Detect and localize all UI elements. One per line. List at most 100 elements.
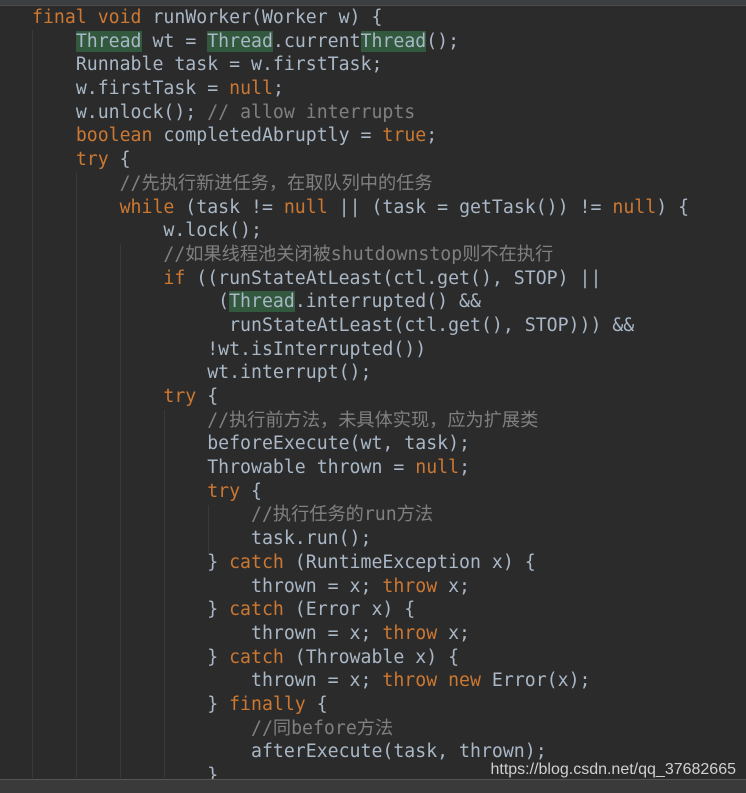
keyword: if (163, 267, 186, 289)
code-text: Runnable task = w.firstTask; (75, 54, 383, 76)
code-line[interactable]: thrown = x; throw new Error(x); (32, 669, 689, 693)
comment: //同before方法 (251, 717, 394, 739)
code-line[interactable]: beforeExecute(wt, task); (32, 432, 689, 456)
code-line[interactable]: //先执行新进任务，在取队列中的任务 (32, 172, 689, 196)
code-text: runStateAtLeast(ctl.get(), STOP))) && (229, 314, 635, 336)
code-text: task.run(); (251, 528, 372, 550)
code-text: } (207, 551, 230, 573)
code-line[interactable]: Thread wt = Thread.currentThread(); (32, 30, 689, 54)
code-text: runWorker(Worker w) { (141, 7, 383, 28)
code-text: afterExecute(task, thrown); (251, 741, 547, 763)
code-line[interactable]: final void runWorker(Worker w) { (32, 6, 689, 30)
keyword: true (382, 125, 427, 147)
code-text: Error(x); (480, 670, 591, 692)
code-text: Throwable thrown = (207, 457, 416, 479)
code-text: w.lock(); (163, 220, 262, 242)
code-line[interactable]: Throwable thrown = null; (32, 456, 689, 480)
code-text: w.unlock(); (75, 101, 197, 123)
code-line[interactable]: } catch (Error x) { (32, 598, 689, 622)
code-line[interactable]: boolean completedAbruptly = true; (32, 124, 689, 148)
code-text: ((runStateAtLeast(ctl.get(), STOP) || (185, 267, 602, 289)
code-line[interactable]: //执行前方法，未具体实现，应为扩展类 (32, 409, 689, 433)
code-text: beforeExecute(wt, task); (207, 433, 470, 455)
comment: //先执行新进任务，在取队列中的任务 (119, 172, 433, 194)
code-text: thrown = x; (251, 670, 383, 692)
keyword: try (163, 386, 197, 407)
keyword: catch (229, 599, 284, 621)
comment: //执行前方法，未具体实现，应为扩展类 (207, 409, 539, 431)
code-line[interactable]: //执行任务的run方法 (32, 503, 689, 527)
code-line[interactable]: Runnable task = w.firstTask; (32, 53, 689, 77)
code-text: } (207, 646, 230, 668)
code-line[interactable]: thrown = x; throw x; (32, 622, 689, 646)
code-line[interactable]: task.run(); (32, 527, 689, 551)
keyword: finally (229, 693, 306, 715)
code-line[interactable]: } catch (Throwable x) { (32, 646, 689, 670)
code-text: ; (426, 125, 438, 147)
code-line[interactable]: while (task != null || (task = getTask()… (32, 196, 689, 220)
highlighted-identifier: Thread (75, 30, 142, 52)
code-text: (); (426, 30, 460, 52)
code-text: (Throwable x) { (283, 646, 460, 668)
keyword: throw (382, 622, 438, 644)
keyword: null (415, 457, 460, 479)
code-text: (Error x) { (283, 599, 416, 621)
code-line[interactable]: (Thread.interrupted() && (32, 290, 689, 314)
horizontal-scrollbar[interactable] (0, 779, 746, 793)
keyword: new (448, 670, 481, 692)
code-text: .interrupted() && (294, 291, 481, 313)
code-text: || (task = getTask()) != (327, 196, 613, 218)
code-text: } (207, 693, 230, 715)
code-line[interactable]: !wt.isInterrupted()) (32, 338, 689, 362)
code-text: wt = (141, 30, 208, 52)
code-line[interactable]: //如果线程池关闭被shutdownstop则不在执行 (32, 243, 689, 267)
code-line[interactable]: try { (32, 480, 689, 504)
code-line[interactable]: //同before方法 (32, 717, 689, 741)
keyword: while (119, 196, 175, 218)
code-text: completedAbruptly = (152, 125, 383, 147)
code-line[interactable]: try { (32, 148, 689, 172)
code-text: thrown = x; (251, 622, 383, 644)
code-text: (task != (174, 196, 284, 218)
code-line[interactable]: runStateAtLeast(ctl.get(), STOP))) && (32, 314, 689, 338)
keyword: try (207, 480, 241, 502)
code-text: { (305, 693, 328, 715)
keyword: catch (229, 551, 284, 573)
code-line[interactable]: w.unlock(); // allow interrupts (32, 101, 689, 125)
code-line[interactable]: wt.interrupt(); (32, 361, 689, 385)
code-text: w.firstTask = (75, 78, 230, 100)
comment: //如果线程池关闭被shutdownstop则不在执行 (163, 243, 554, 265)
keyword: try (75, 149, 109, 171)
code-line[interactable]: } finally { (32, 693, 689, 717)
code-line[interactable]: } catch (RuntimeException x) { (32, 551, 689, 575)
code-text: ; (459, 457, 471, 479)
code-line[interactable]: try { (32, 385, 689, 409)
keyword: throw (382, 575, 438, 597)
keyword: final (32, 7, 87, 28)
code-text: { (240, 480, 262, 502)
code-text: } (207, 599, 230, 621)
watermark: https://blog.csdn.net/qq_37682665 (490, 761, 736, 778)
code-text: thrown = x; (251, 575, 383, 597)
keyword: null (229, 78, 273, 100)
code-text: x; (437, 622, 471, 644)
code-line[interactable]: thrown = x; throw x; (32, 575, 689, 599)
comment: //执行任务的run方法 (251, 504, 434, 526)
code-text: wt.interrupt(); (207, 362, 372, 384)
code-editor[interactable]: final void runWorker(Worker w) { Thread … (32, 6, 689, 788)
highlighted-identifier: Thread (207, 30, 273, 52)
code-text: { (196, 386, 219, 407)
keyword: catch (229, 646, 284, 668)
code-line[interactable]: w.lock(); (32, 219, 689, 243)
keyword: null (283, 196, 328, 218)
keyword: void (97, 7, 142, 28)
code-text: !wt.isInterrupted()) (207, 338, 427, 360)
highlighted-identifier: Thread (360, 30, 427, 52)
keyword: boolean (75, 125, 153, 147)
code-text: x; (437, 575, 471, 597)
code-text: ( (218, 291, 230, 313)
code-line[interactable]: w.firstTask = null; (32, 77, 689, 101)
code-line[interactable]: if ((runStateAtLeast(ctl.get(), STOP) || (32, 267, 689, 291)
code-text: { (108, 149, 131, 171)
